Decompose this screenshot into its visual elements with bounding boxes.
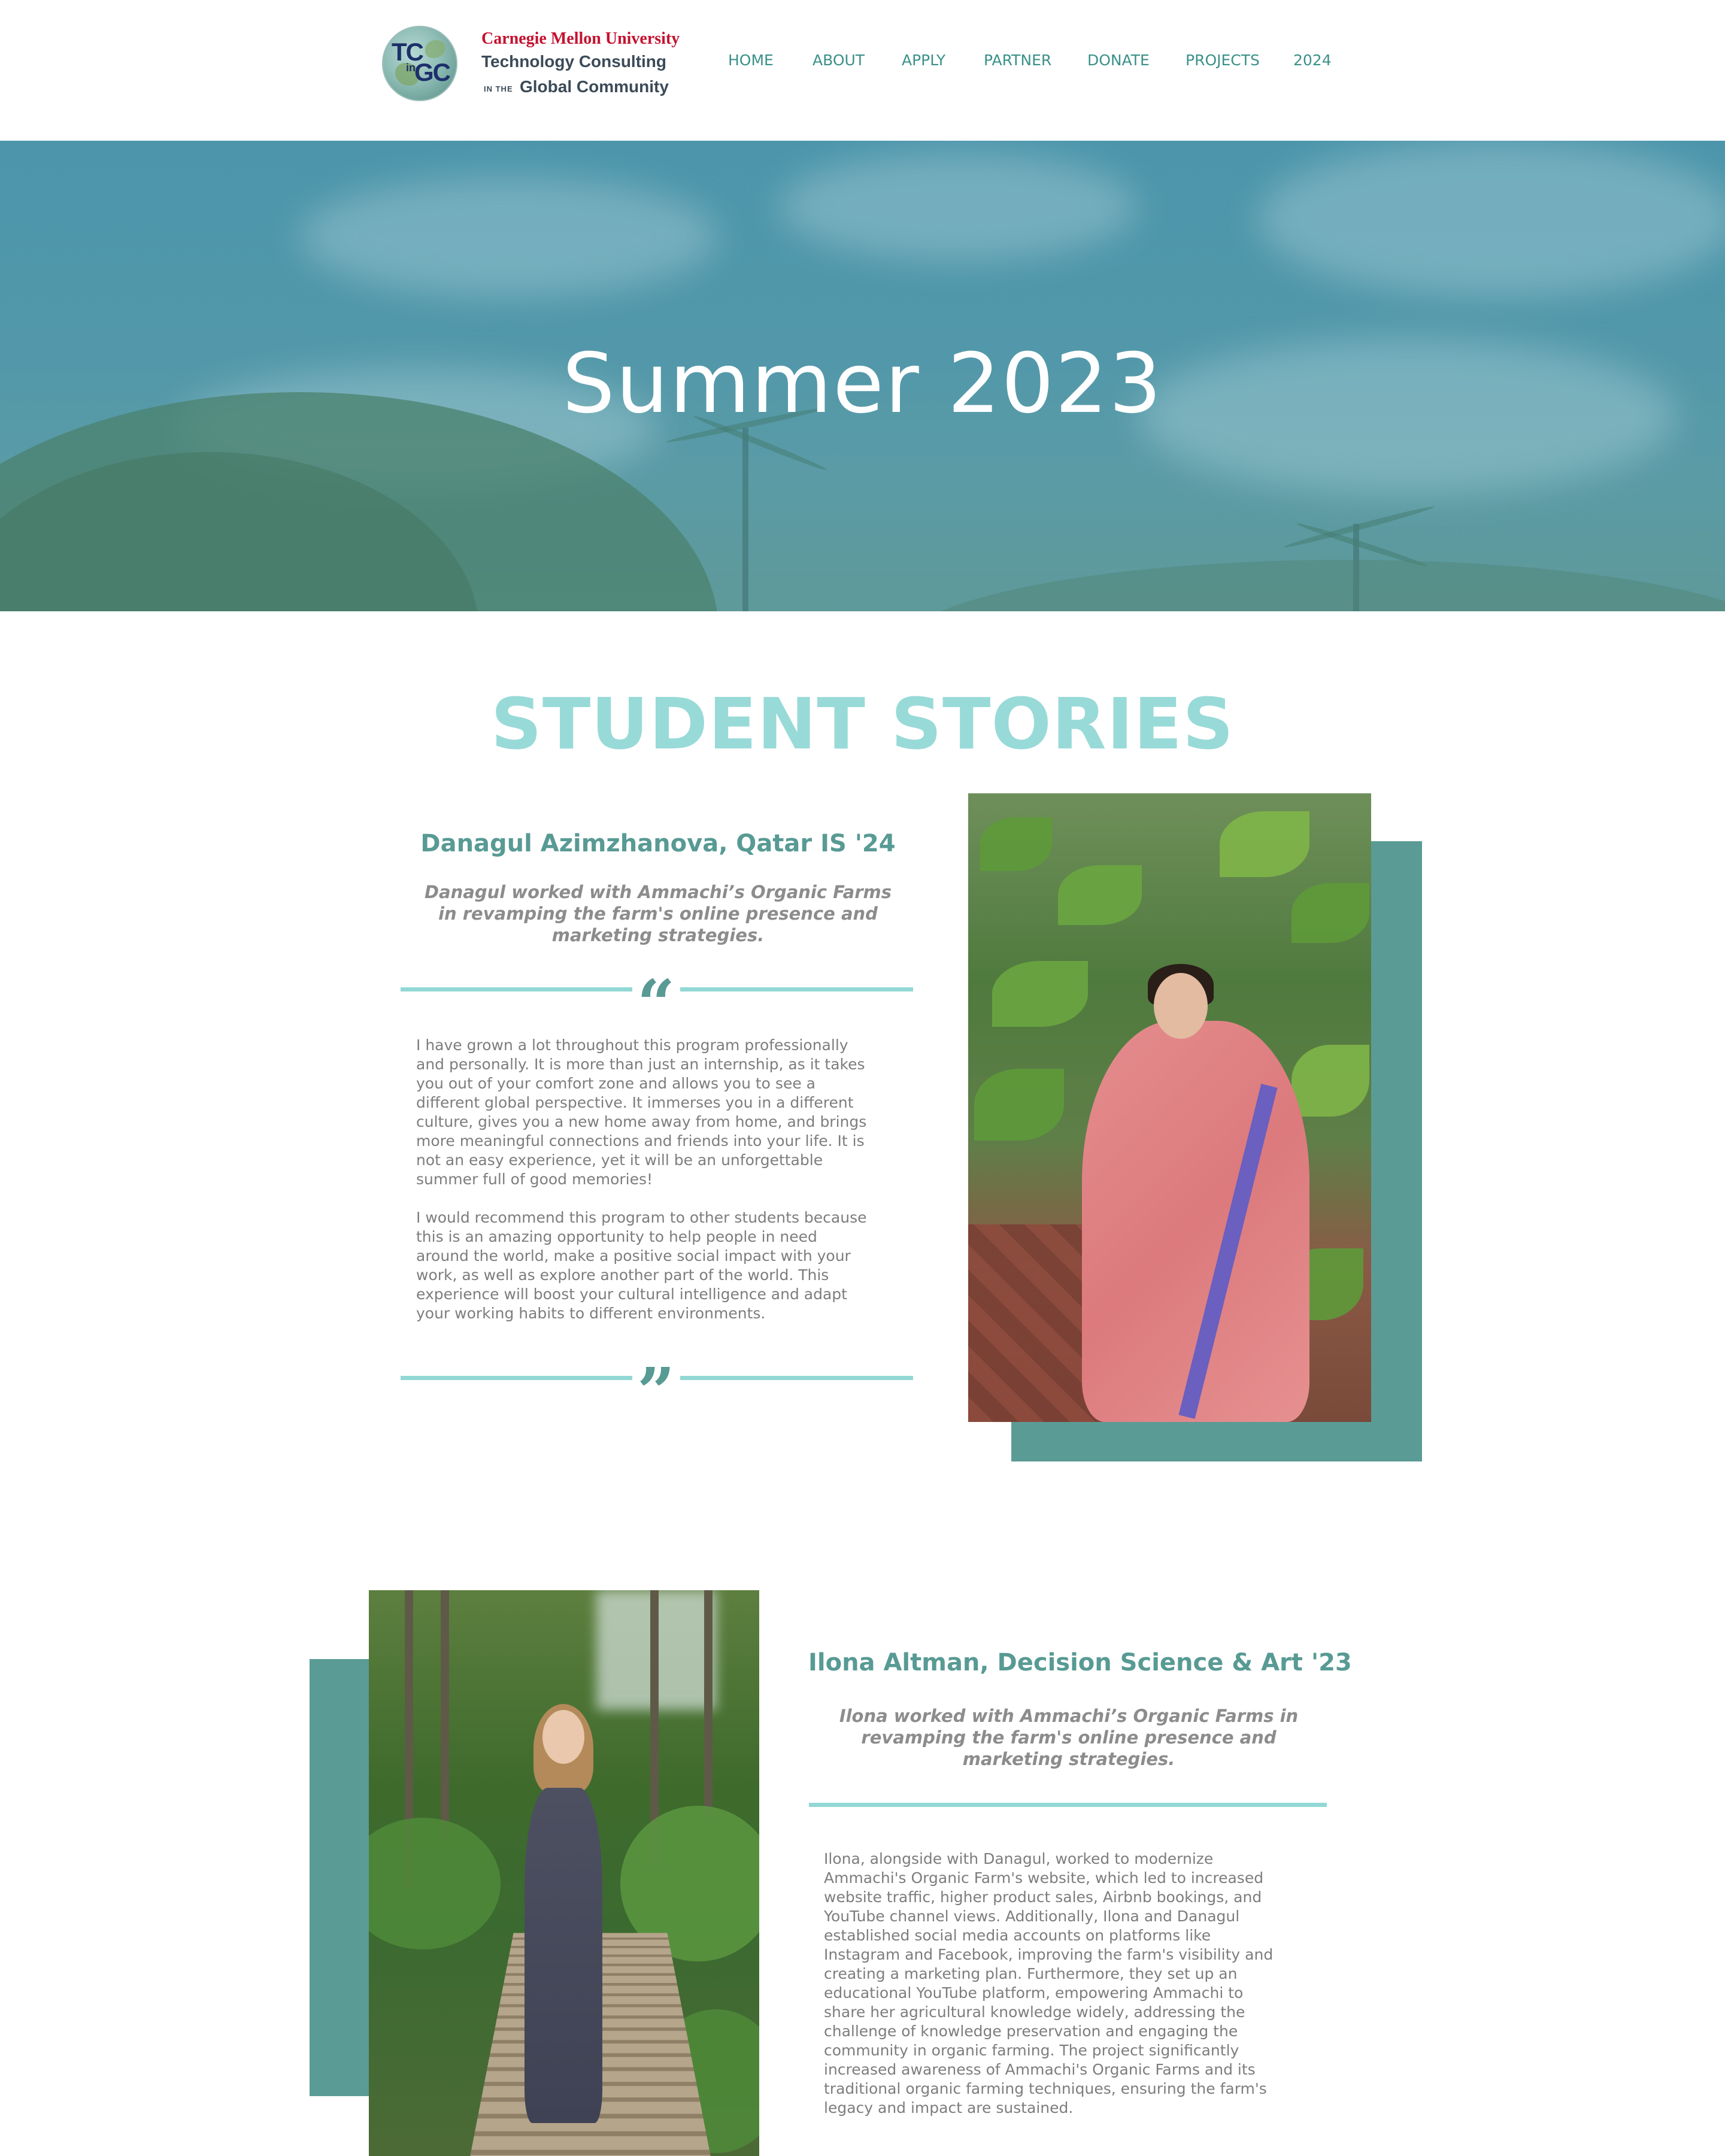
- story-2-accent-block: [310, 1659, 375, 2096]
- leaf-shape: [1292, 883, 1369, 943]
- story-2-body: Ilona, alongside with Danagul, worked to…: [824, 1850, 1274, 2116]
- story-2-photo: [369, 1590, 759, 2156]
- story-1-name: Danagul Azimzhanova, Qatar IS '24: [420, 830, 896, 857]
- story-1-photo: [968, 793, 1371, 1422]
- nav-item-home[interactable]: HOME: [728, 51, 774, 69]
- person-face: [1154, 973, 1208, 1039]
- hero-banner: Summer 2023: [0, 141, 1725, 611]
- hero-cloud: [778, 153, 1138, 260]
- leaf-shape: [974, 1069, 1064, 1141]
- palm-tree-trunk: [742, 428, 748, 611]
- person-face: [542, 1710, 584, 1764]
- tree-trunk: [704, 1590, 713, 1818]
- nav-item-projects[interactable]: PROJECTS: [1186, 51, 1260, 69]
- story-2-divider-rule: [809, 1803, 1327, 1807]
- tcgc-logo-icon[interactable]: TC in GC: [382, 26, 457, 101]
- logo-text-gc: GC: [414, 58, 451, 86]
- person-dress: [525, 1788, 602, 2123]
- leaf-shape: [1292, 1045, 1369, 1117]
- nav-item-partner[interactable]: PARTNER: [984, 51, 1051, 69]
- hero-cloud: [299, 177, 719, 296]
- nav-item-donate[interactable]: DONATE: [1087, 51, 1150, 69]
- globe-land-shape: [425, 40, 445, 58]
- story-1-quote-rule-right-bottom: [680, 1376, 913, 1380]
- hero-hill: [898, 560, 1725, 611]
- open-quote-icon: “: [637, 965, 675, 1042]
- story-1-quote-rule-right: [680, 987, 913, 991]
- brand-line-2[interactable]: Global Community: [520, 77, 669, 96]
- tree-trunk: [441, 1590, 449, 1842]
- site-header: TC in GC Carnegie Mellon University Tech…: [0, 0, 1725, 141]
- nav-item-apply[interactable]: APPLY: [902, 51, 945, 69]
- story-1-body: I have grown a lot throughout this progr…: [416, 1036, 867, 1322]
- brand-university[interactable]: Carnegie Mellon University: [481, 29, 680, 48]
- foliage-shape: [369, 1818, 501, 1949]
- brand-line-1[interactable]: Technology Consulting: [481, 52, 666, 71]
- leaf-shape: [1058, 865, 1142, 925]
- nav-item-2024[interactable]: 2024: [1293, 51, 1332, 69]
- story-1-summary: Danagul worked with Ammachi’s Organic Fa…: [424, 882, 892, 945]
- brand-in-the: IN THE: [484, 84, 513, 93]
- close-quote-icon: ”: [637, 1353, 675, 1430]
- story-1-quote-rule-left-bottom: [401, 1376, 632, 1380]
- leaf-shape: [992, 961, 1088, 1027]
- story-1-quote-rule-left: [401, 987, 632, 991]
- section-title: STUDENT STORIES: [490, 683, 1235, 765]
- hero-cloud: [1257, 141, 1725, 296]
- story-2-summary: Ilona worked with Ammachi’s Organic Farm…: [839, 1706, 1299, 1769]
- leaf-shape: [980, 817, 1052, 871]
- nav-item-about[interactable]: ABOUT: [813, 51, 865, 69]
- hero-title: Summer 2023: [562, 335, 1163, 432]
- leaf-shape: [1220, 811, 1309, 877]
- story-2-name: Ilona Altman, Decision Science & Art '23: [808, 1649, 1352, 1676]
